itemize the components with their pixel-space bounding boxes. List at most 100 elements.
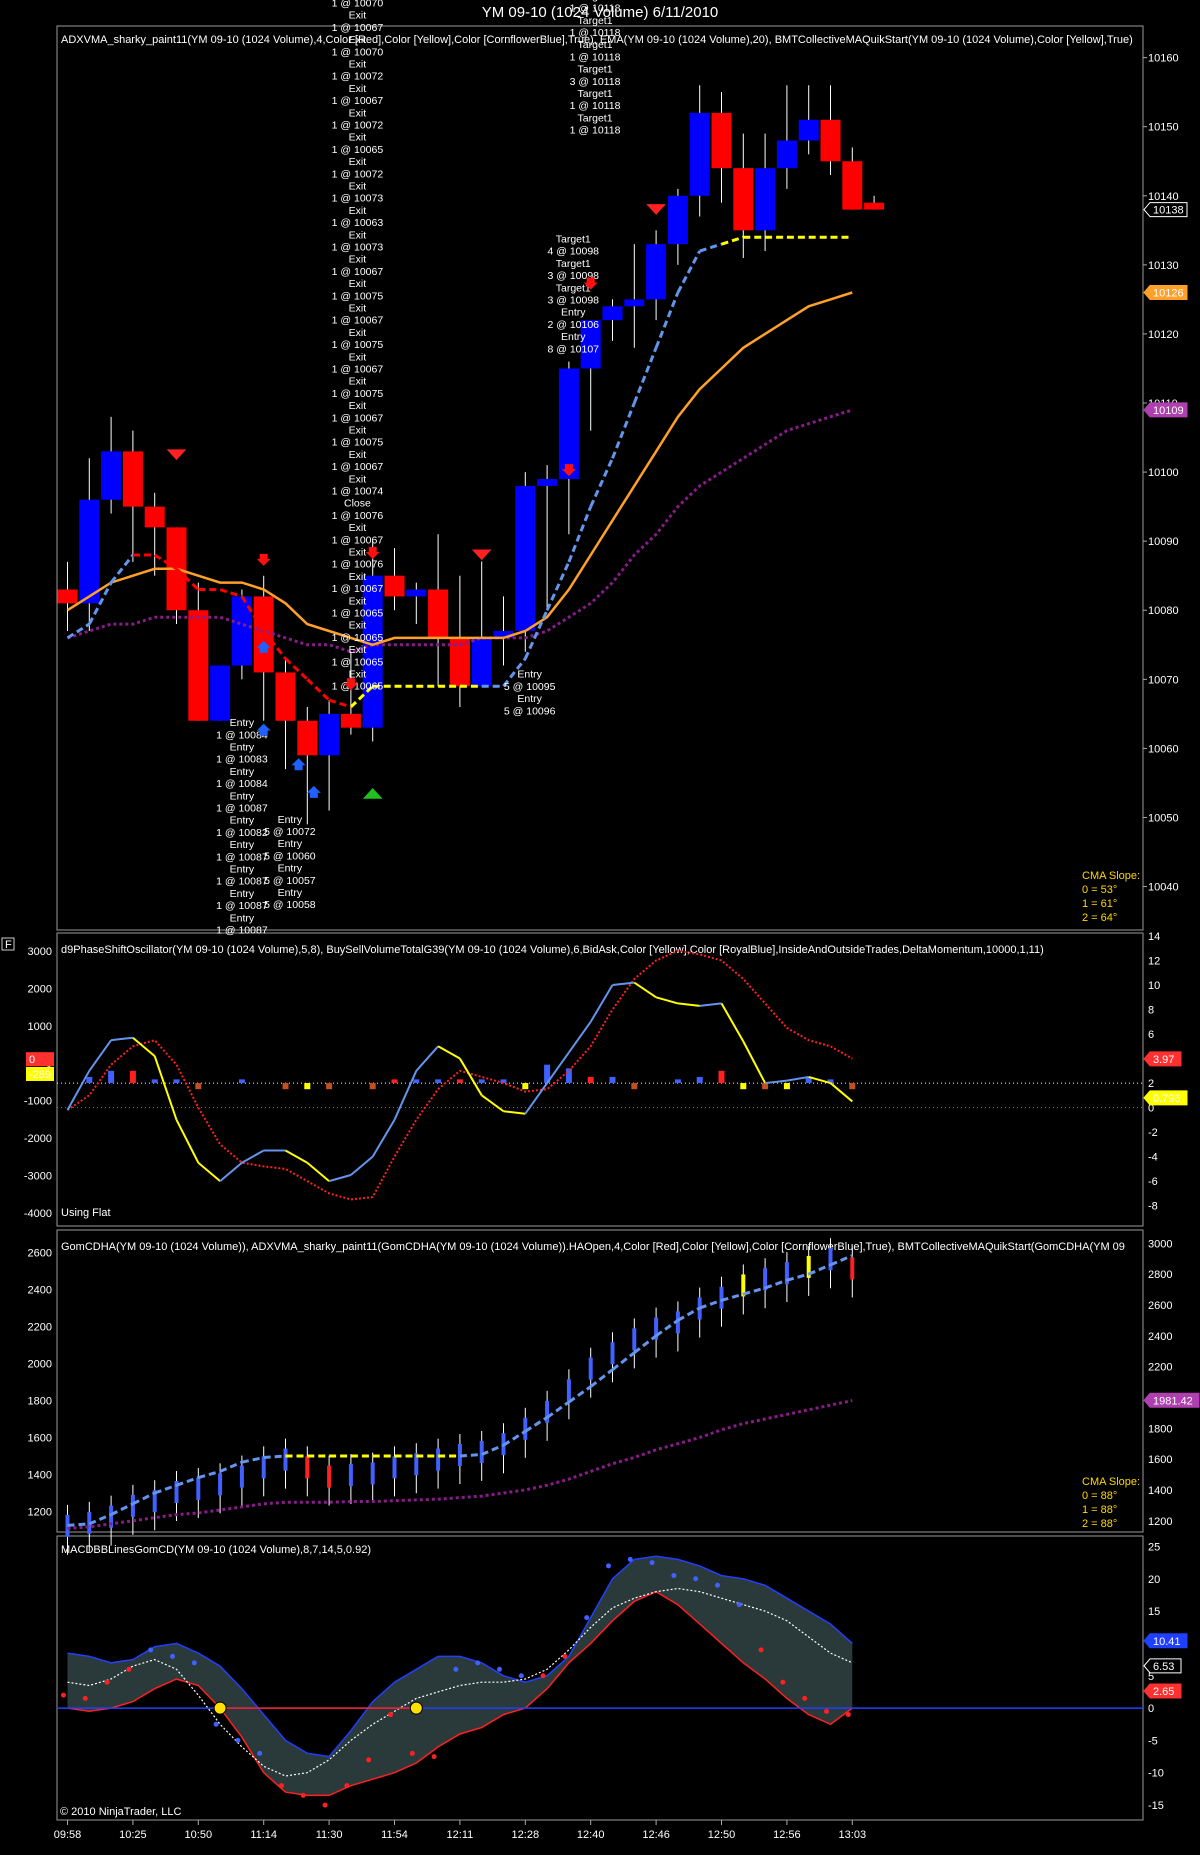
trade-label-line: Entry [561, 331, 586, 343]
macd-marker: 10.41 [1143, 1633, 1188, 1649]
osc-left-marker-label: 0 [29, 1054, 35, 1066]
copyright: © 2010 NinjaTrader, LLC [60, 1806, 181, 1818]
cd-adxvma-segment [67, 1522, 90, 1527]
delta-bar [413, 1079, 420, 1084]
oscillator-fast-segment [285, 1149, 308, 1164]
trade-label-line: Entry [230, 815, 255, 827]
cd-adxvma-segment [546, 1400, 570, 1419]
trade-label-line: Entry [230, 741, 255, 753]
adxvma-segment [328, 698, 352, 709]
chart-canvas[interactable]: ADXVMA_sharky_paint11(YM 09-10 (1024 Vol… [0, 0, 1200, 1855]
cd-candle [348, 1464, 353, 1487]
macd-dot [257, 1750, 263, 1756]
osc-left-tick: 2000 [28, 983, 52, 995]
price-tick-label: 10060 [1148, 743, 1179, 755]
oscillator-fast-segment [612, 981, 635, 987]
cd-candle [632, 1328, 637, 1351]
macd-dot [148, 1647, 154, 1653]
oscillator-fast-segment [393, 1070, 418, 1121]
delta-bar [238, 1079, 245, 1084]
candle-body [340, 713, 361, 728]
price-tick-label: 10130 [1148, 260, 1179, 272]
price-candle [319, 700, 340, 811]
macd-dot [540, 1673, 546, 1679]
delta-bar [587, 1076, 594, 1084]
macd-dot [104, 1679, 110, 1685]
cd-left-tick: 2200 [28, 1322, 52, 1334]
execution-arrow [256, 553, 271, 566]
price-candle [667, 188, 688, 265]
oscillator-fast-segment [568, 1021, 592, 1054]
trade-label-line: 1 @ 10075 [332, 388, 384, 400]
cd-left-tick: 1800 [28, 1396, 52, 1408]
delta-bar [696, 1076, 703, 1084]
delta-bar [718, 1070, 725, 1084]
oscillator-fast-segment [371, 1119, 396, 1158]
trade-label-line: Close [344, 498, 371, 510]
price-tick-label: 10050 [1148, 812, 1179, 824]
trade-label-line: Exit [349, 595, 367, 607]
trade-label-line: Target1 [578, 64, 613, 76]
candle-body [384, 575, 405, 597]
candle-body [188, 610, 209, 721]
macd-tick: 20 [1148, 1574, 1160, 1586]
price-candle [275, 658, 296, 770]
trade-label-line: 1 @ 10072 [332, 168, 384, 180]
cd-adxvma-segment [219, 1460, 243, 1473]
delta-bar [282, 1083, 289, 1090]
time-tick-label: 12:50 [708, 1829, 736, 1841]
candle-body [515, 485, 536, 631]
marker-label: 10.41 [1153, 1636, 1181, 1648]
cd-adxvma-segment [263, 1454, 286, 1460]
trade-label-line: Exit [349, 620, 367, 632]
price-candle [493, 596, 514, 666]
oscillator-fast-segment [241, 1149, 265, 1164]
trade-label-line: 1 @ 10072 [332, 71, 384, 83]
macd-dot [518, 1673, 524, 1679]
cd-adxvma-segment [524, 1416, 548, 1433]
execution-arrow [291, 758, 306, 771]
osc-left-marker-label: -289 [29, 1069, 51, 1081]
delta-bar [391, 1079, 398, 1084]
trade-label-line: 1 @ 10067 [332, 266, 384, 278]
price-candle [755, 133, 776, 252]
trade-label-line: Entry [278, 814, 303, 826]
macd-dot [409, 1750, 415, 1756]
oscillator-fast-segment [481, 1094, 505, 1113]
oscillator-fast-segment [306, 1161, 330, 1182]
trade-label-line: Exit [349, 571, 367, 583]
macd-dot [279, 1783, 284, 1789]
oscillator-fast-segment [153, 1055, 178, 1121]
trade-label-line: 1 @ 10073 [332, 241, 384, 253]
macd-dot [235, 1737, 241, 1743]
trade-label-line: Exit [349, 107, 367, 119]
cd-adxvma-segment [88, 1513, 112, 1526]
cd-right-tick: 1800 [1148, 1423, 1172, 1435]
macd-series [57, 1555, 1143, 1808]
delta-bar [456, 1079, 463, 1084]
price-candle [57, 561, 78, 631]
trade-label-line: 1 @ 10065 [332, 656, 384, 668]
oscillator-fast-segment [88, 1039, 112, 1072]
price-candle [515, 472, 536, 652]
trade-label-line: Exit [349, 644, 367, 656]
oscillator-fast-segment [350, 1155, 374, 1176]
candle-body [624, 299, 645, 307]
cd-candle [828, 1248, 833, 1271]
cma-slope-label: CMA Slope: [1082, 870, 1140, 882]
macd-dot [322, 1802, 328, 1808]
cd-adxvma-segment [589, 1368, 614, 1388]
candle-body [210, 665, 231, 721]
sell-signal-arrow [164, 448, 189, 462]
trade-label-line: Exit [349, 522, 367, 534]
cd-candle [566, 1379, 571, 1402]
candle-body [755, 168, 776, 231]
cma-slope-2: 2 = 88° [1082, 1518, 1117, 1530]
adxvma-segment [699, 242, 722, 253]
cd-candle [327, 1465, 332, 1488]
delta-bar [435, 1079, 442, 1084]
price-candle [558, 361, 579, 535]
price-candle [864, 195, 885, 210]
cd-adxvma-segment [481, 1443, 505, 1456]
cd-adxvma-segment [699, 1298, 723, 1310]
